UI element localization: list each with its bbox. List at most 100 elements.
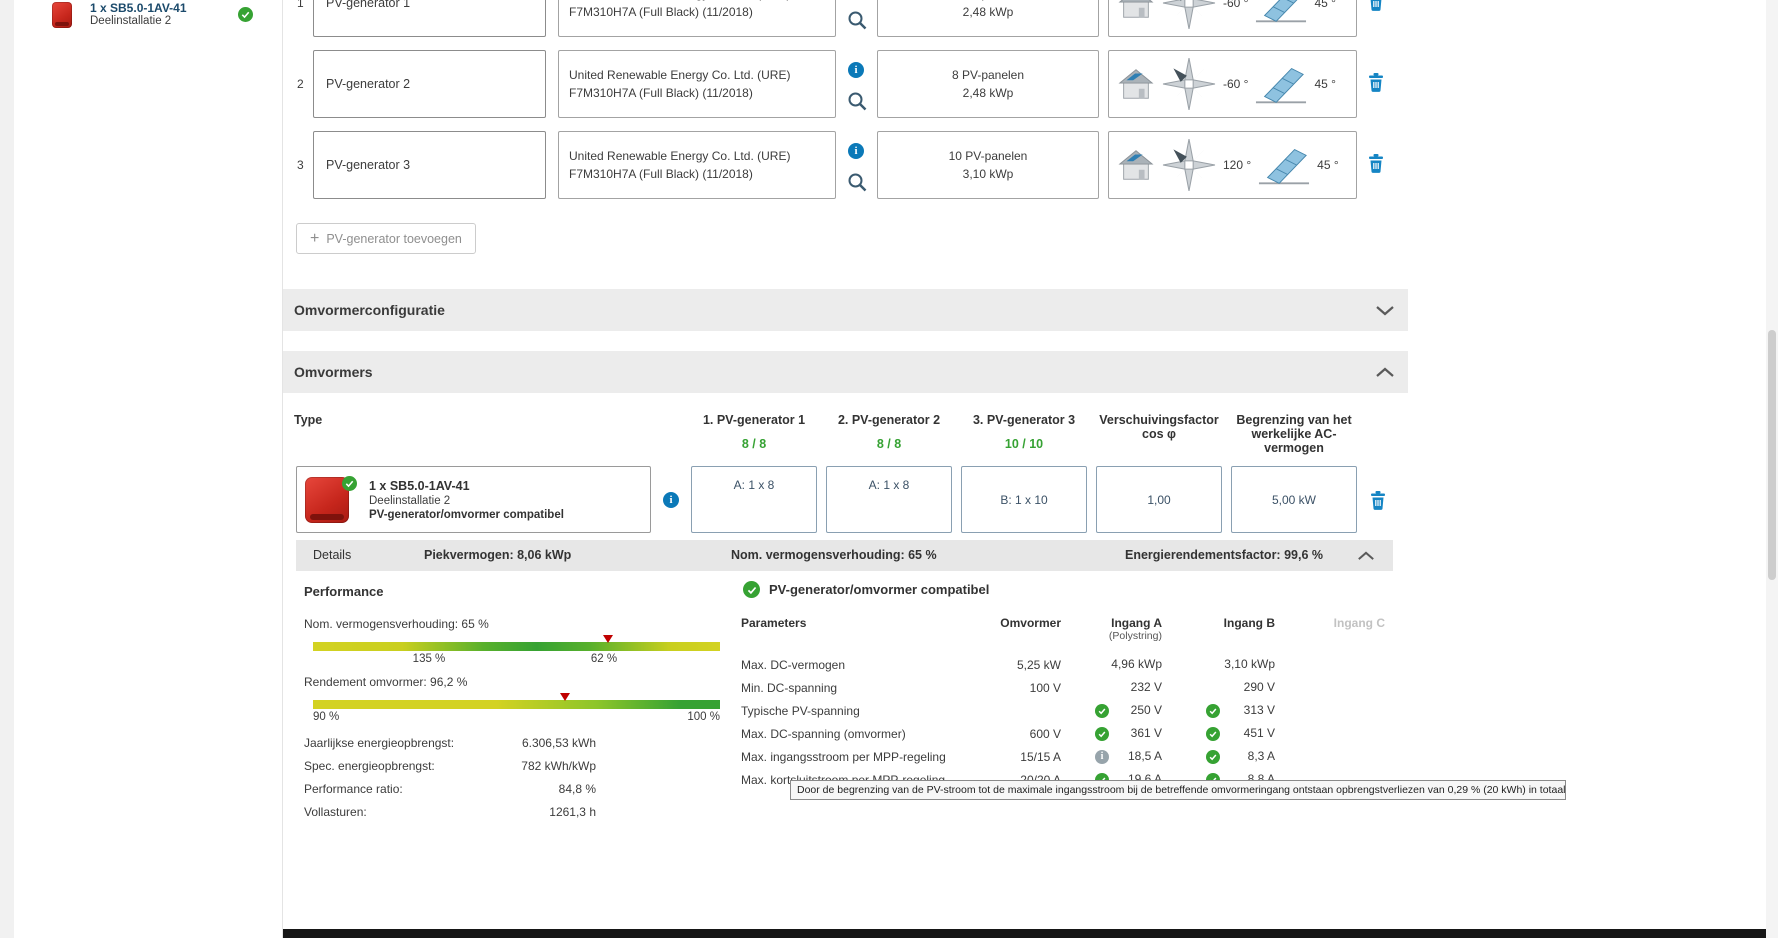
tilt-value: 45 ° [1314,77,1336,91]
check-circle-icon [1206,749,1220,764]
column-header-pv1: 1. PV-generator 1 8 / 8 [691,413,817,451]
panel-count-box: 8 PV-panelen 2,48 kWp [877,50,1099,118]
inverter-title: 1 x SB5.0-1AV-41 [369,479,470,493]
power-ratio-gauge: 135 % 62 % [313,635,720,668]
tilted-panel-icon [1256,0,1307,23]
row-index: 3 [297,158,304,172]
assigned-count: 8 / 8 [876,437,902,451]
sidebar-inverter-title: 1 x SB5.0-1AV-41 [90,1,187,15]
panel-count: 10 PV-panelen [948,149,1028,163]
panel-count-box: 10 PV-panelen 3,10 kWp [877,131,1099,199]
scrollbar-thumb[interactable] [1768,330,1776,580]
string-config-cell-pv3[interactable]: B: 1 x 10 [961,466,1087,533]
pv-generator-name-input[interactable] [313,50,546,118]
info-icon[interactable]: i [848,62,864,78]
module-info-box: United Renewable Energy Co. Ltd. (URE) F… [558,131,836,199]
inverter-card[interactable]: 1 x SB5.0-1AV-41 Deelinstallatie 2 PV-ge… [296,466,651,533]
info-icon[interactable]: i [848,143,864,159]
section-omvormers[interactable]: Omvormers [283,351,1408,393]
gauge2-tick-left: 90 % [313,711,340,723]
tilt-value: 45 ° [1317,158,1339,172]
module-manufacturer: United Renewable Energy Co. Ltd. (URE) [569,68,791,82]
house-icon [1118,0,1154,18]
house-icon [1118,150,1154,180]
parameters-table: Parameters Omvormer Ingang A (Polystring)… [741,611,1387,791]
nominal-power-ratio: Nom. vermogensverhouding: 65 % [731,548,937,562]
performance-stats: Jaarlijkse energieopbrengst: 6.306,53 kWh… [304,736,596,828]
panel-power: 3,10 kWp [962,167,1014,181]
string-config-cell-pv2[interactable]: A: 1 x 8 [826,466,952,533]
orientation-box: -60 ° 45 ° [1108,50,1357,118]
gauge-bar [313,700,720,709]
gauge-marker-icon [603,635,614,643]
compatibility-title: PV-generator/omvormer compatibel [769,582,990,597]
trash-icon[interactable] [1368,0,1384,14]
info-icon[interactable]: i [663,492,679,508]
info-icon[interactable]: i [1095,749,1109,764]
column-header-cos-phi: Verschuivingsfactor cos φ [1099,413,1219,441]
chevron-down-icon[interactable] [1375,305,1395,316]
search-icon[interactable] [847,91,867,114]
pv-generator-name-input[interactable] [313,0,546,37]
search-icon[interactable] [847,10,867,33]
energy-efficiency-factor: Energierendementsfactor: 99,6 % [1125,548,1323,562]
parameter-row: Max. ingangsstroom per MPP-regeling 15/1… [741,749,1275,764]
sidebar-inverter-subtitle: Deelinstallatie 2 [90,15,172,27]
azimuth-value: -60 ° [1223,0,1249,10]
assigned-count: 10 / 10 [1004,437,1044,451]
add-pv-generator-button[interactable]: + PV-generator toevoegen [296,223,476,254]
house-icon [1118,69,1154,99]
trash-icon[interactable] [1368,154,1384,176]
chevron-up-icon[interactable] [1357,551,1375,561]
stat-row: Performance ratio: 84,8 % [304,782,596,796]
search-icon[interactable] [847,172,867,195]
compass-icon [1162,0,1216,30]
pv-generator-row: 1 United Renewable Energy Co. Ltd. (URE)… [283,0,1408,37]
inverter-efficiency-gauge: 90 % 100 % [313,693,720,726]
parameter-row: Min. DC-spanning 100 V 232 V 290 V [741,680,1275,695]
compass-icon [1162,57,1216,111]
azimuth-value: -60 ° [1223,77,1249,91]
check-circle-icon [1206,726,1220,741]
panel-count-box: 8 PV-panelen 2,48 kWp [877,0,1099,37]
trash-icon[interactable] [1370,491,1386,513]
cos-phi-cell[interactable]: 1,00 [1096,466,1222,533]
inverter-device-icon [52,2,72,28]
peak-power: Piekvermogen: 8,06 kWp [424,548,572,562]
module-type: F7M310H7A (Full Black) (11/2018) [569,86,753,100]
gauge2-label: Rendement omvormer: 96,2 % [304,675,468,689]
bottom-bar [283,929,1778,938]
row-index: 2 [297,77,304,91]
pv-generator-row: 3 United Renewable Energy Co. Ltd. (URE)… [283,131,1408,199]
module-type: F7M310H7A (Full Black) (11/2018) [569,5,753,19]
string-config-cell-pv1[interactable]: A: 1 x 8 [691,466,817,533]
details-bar[interactable]: Details Piekvermogen: 8,06 kWp Nom. verm… [296,540,1393,571]
gauge-bar [313,642,720,651]
module-info-box: United Renewable Energy Co. Ltd. (URE) F… [558,0,836,37]
trash-icon[interactable] [1368,73,1384,95]
gauge1-tick-62: 62 % [590,653,618,665]
pv-generator-name-input[interactable] [313,131,546,199]
tilted-panel-icon [1256,68,1307,104]
stat-row: Spec. energieopbrengst: 782 kWh/kWp [304,759,596,773]
vertical-scrollbar[interactable] [1766,0,1778,938]
check-circle-icon [1206,703,1220,718]
chevron-up-icon[interactable] [1375,367,1395,378]
tooltip: Door de begrenzing van de PV-stroom tot … [790,780,1566,800]
tilted-panel-icon [1259,149,1310,185]
module-info-box: United Renewable Energy Co. Ltd. (URE) F… [558,50,836,118]
azimuth-value: 120 ° [1223,158,1252,172]
stat-row: Jaarlijkse energieopbrengst: 6.306,53 kWh [304,736,596,750]
check-circle-icon [1095,703,1109,718]
check-circle-icon [342,476,357,491]
parameters-table-header: Parameters Omvormer Ingang A (Polystring)… [741,616,1385,642]
parameter-row: Max. DC-spanning (omvormer) 600 V 361 V … [741,726,1275,741]
compass-icon [1162,138,1216,192]
ac-limit-cell[interactable]: 5,00 kW [1231,466,1357,533]
sidebar-item-inverter[interactable]: 1 x SB5.0-1AV-41 Deelinstallatie 2 [14,0,282,34]
gauge1-tick-135: 135 % [412,653,446,665]
inverter-status: PV-generator/omvormer compatibel [369,509,564,521]
type-column-header: Type [294,413,323,427]
check-circle-icon [238,7,253,22]
section-omvormerconfiguratie[interactable]: Omvormerconfiguratie [283,289,1408,331]
